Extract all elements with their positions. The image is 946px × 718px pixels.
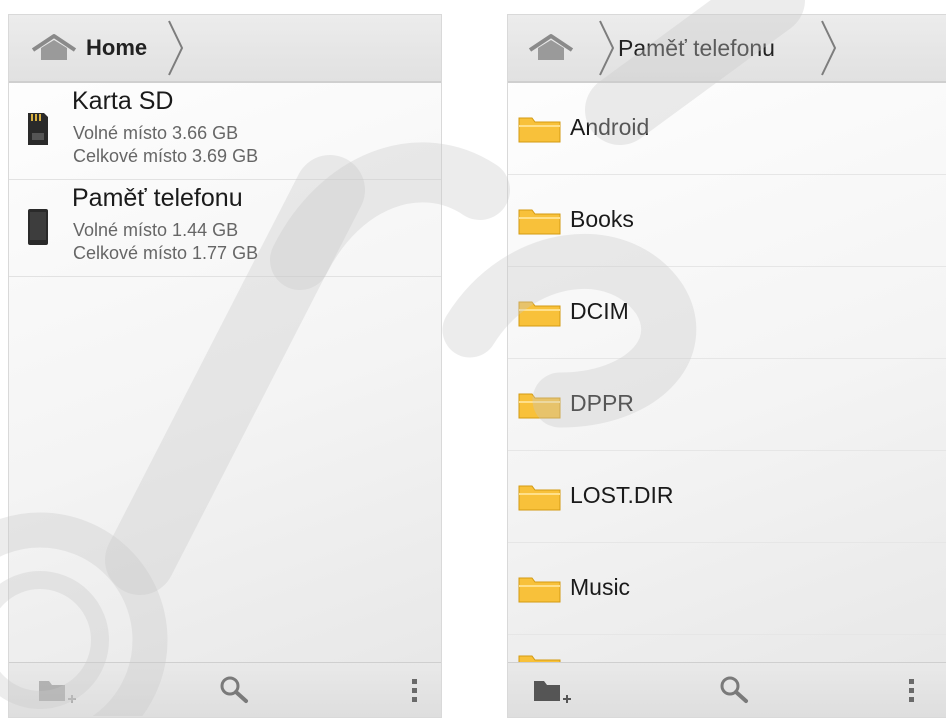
- folder-icon: [518, 209, 561, 235]
- volume-total-space: Celkové místo 1.77 GB: [73, 243, 259, 263]
- folder-name: LOST.DIR: [570, 482, 674, 508]
- folder-icon: [518, 577, 561, 603]
- folder-row[interactable]: LOST.DIR: [508, 451, 946, 543]
- search-icon[interactable]: [214, 671, 254, 709]
- folder-row[interactable]: DCIM: [508, 267, 946, 359]
- home-icon: [528, 34, 574, 60]
- breadcrumb-home[interactable]: Home: [31, 15, 147, 81]
- breadcrumb-home-label: Home: [86, 35, 148, 60]
- volume-free-space: Volné místo 3.66 GB: [73, 123, 239, 143]
- volume-total-space: Celkové místo 3.69 GB: [73, 146, 259, 166]
- home-icon: [31, 34, 77, 60]
- storage-list-screen: Home Karta SD Volné místo 3.66 GB Celkov…: [8, 14, 442, 718]
- folder-icon: [518, 301, 561, 327]
- folder-icon: [518, 117, 561, 143]
- breadcrumb-home[interactable]: [528, 15, 574, 81]
- bottom-action-bar: [508, 662, 946, 717]
- volume-name: Paměť telefonu: [72, 184, 243, 212]
- breadcrumb-separator-icon: [821, 20, 837, 76]
- volume-row-sd-card[interactable]: Karta SD Volné místo 3.66 GB Celkové mís…: [9, 83, 441, 180]
- folder-name: DPPR: [570, 390, 634, 416]
- folder-list-screen: Paměť telefonu Android Books DCIM DPPR L…: [507, 14, 946, 718]
- breadcrumb-current[interactable]: Paměť telefonu: [618, 15, 775, 81]
- volume-row-phone-memory[interactable]: Paměť telefonu Volné místo 1.44 GB Celko…: [9, 180, 441, 277]
- volume-free-space: Volné místo 1.44 GB: [73, 220, 239, 240]
- sd-card-icon: [28, 113, 48, 145]
- phone-storage-icon: [28, 209, 48, 245]
- breadcrumb-separator-icon: [168, 20, 184, 76]
- overflow-menu-icon[interactable]: [407, 671, 423, 709]
- bottom-action-bar: [9, 662, 441, 717]
- breadcrumb-separator-icon: [599, 20, 615, 76]
- folder-icon: [518, 485, 561, 511]
- overflow-menu-icon[interactable]: [904, 671, 920, 709]
- search-icon[interactable]: [714, 671, 754, 709]
- folder-name: DCIM: [570, 298, 629, 324]
- folder-row[interactable]: Android: [508, 83, 946, 175]
- new-folder-icon[interactable]: [35, 671, 79, 709]
- folder-row[interactable]: DPPR: [508, 359, 946, 451]
- breadcrumb-bar: Paměť telefonu: [508, 15, 946, 83]
- breadcrumb-bar: Home: [9, 15, 441, 83]
- folder-name: Music: [570, 574, 631, 600]
- folder-row[interactable]: Music: [508, 543, 946, 635]
- folder-name: Books: [570, 206, 634, 232]
- folder-row[interactable]: Books: [508, 175, 946, 267]
- new-folder-icon[interactable]: [530, 671, 574, 709]
- folder-icon: [518, 393, 561, 419]
- breadcrumb-current-label: Paměť telefonu: [618, 34, 775, 61]
- folder-name: Android: [570, 114, 650, 140]
- volume-name: Karta SD: [72, 87, 174, 115]
